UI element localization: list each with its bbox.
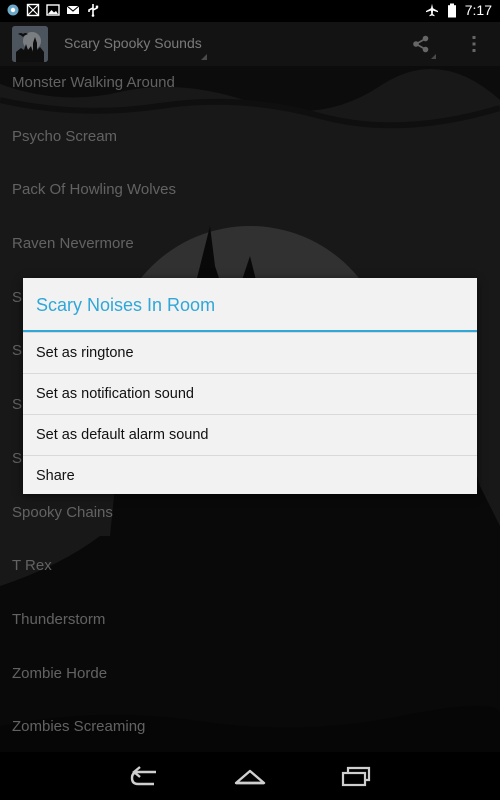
notification-icons: [6, 3, 100, 17]
recent-apps-icon[interactable]: [338, 764, 374, 788]
airplane-mode-icon: [425, 3, 439, 17]
app-notification-icon: [6, 3, 20, 17]
image-icon: [46, 3, 60, 17]
dialog-title: Scary Noises In Room: [23, 278, 477, 332]
crossed-box-icon: [26, 3, 40, 17]
set-as-ringtone-option[interactable]: Set as ringtone: [23, 332, 477, 373]
mail-icon: [66, 3, 80, 17]
home-icon[interactable]: [232, 764, 268, 788]
set-as-notification-option[interactable]: Set as notification sound: [23, 373, 477, 414]
battery-icon: [445, 3, 459, 17]
usb-icon: [86, 3, 100, 17]
share-option[interactable]: Share: [23, 455, 477, 496]
status-bar: 7:17: [0, 0, 500, 22]
system-status: 7:17: [425, 2, 492, 18]
navigation-bar: [0, 752, 500, 800]
clock: 7:17: [464, 2, 492, 18]
back-icon[interactable]: [126, 764, 162, 788]
set-as-alarm-option[interactable]: Set as default alarm sound: [23, 414, 477, 455]
context-menu-dialog: Scary Noises In Room Set as ringtone Set…: [23, 278, 477, 494]
